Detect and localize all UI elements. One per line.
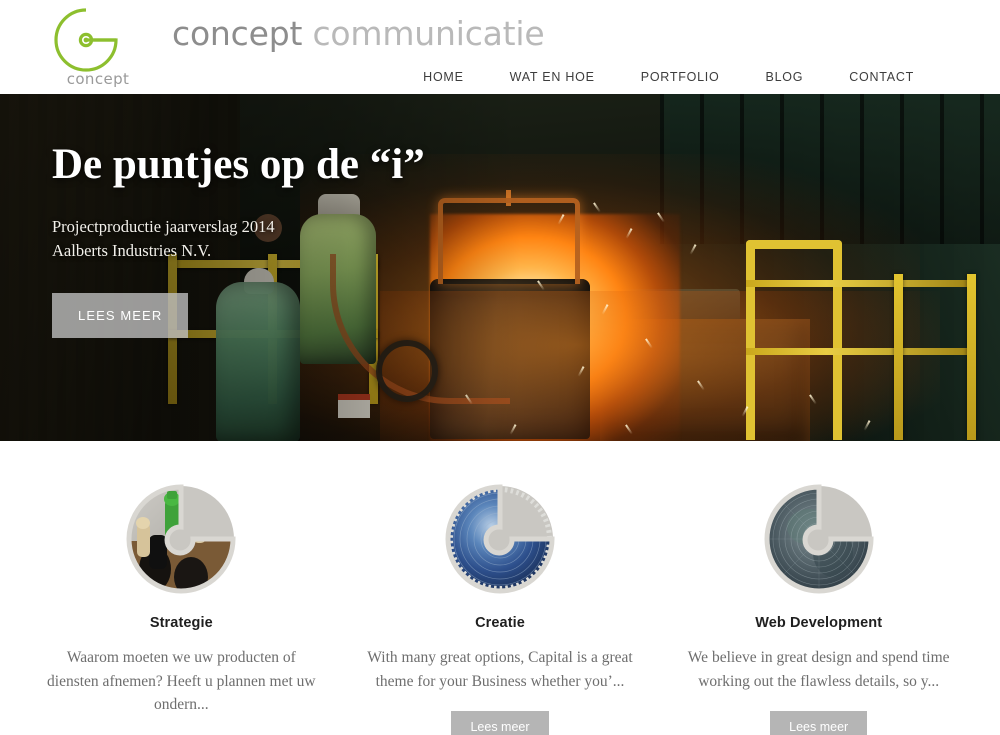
feature-card-web-development: Web Development We believe in great desi… [659, 441, 978, 735]
nav-item-contact[interactable]: CONTACT [849, 70, 914, 84]
feature-card-title: Web Development [755, 615, 883, 631]
page-title: concept communicatie [172, 14, 545, 53]
feature-card-creatie: Creatie With many great options, Capital… [341, 441, 660, 735]
hero-subtitle: Projectproductie jaarverslag 2014 Aalber… [52, 215, 482, 263]
nav-item-blog[interactable]: BLOG [766, 70, 804, 84]
hero-title: De puntjes op de “i” [52, 141, 425, 188]
brand-title-light: communicatie [312, 14, 545, 53]
blue-saw-blade-disc-icon[interactable] [444, 483, 556, 595]
nav-item-home[interactable]: HOME [423, 70, 464, 84]
feature-card-read-more-button[interactable]: Lees meer [770, 711, 868, 735]
feature-card-strategie: Strategie Waarom moeten we uw producten … [22, 441, 341, 735]
feature-card-read-more-button[interactable]: Lees meer [451, 711, 549, 735]
hero-content: De puntjes op de “i” Projectproductie ja… [52, 141, 482, 339]
site-header: concept concept communicatie HOME WAT EN… [0, 0, 1000, 94]
feature-card-title: Strategie [149, 615, 213, 631]
hero-subtitle-line2: Aalberts Industries N.V. [52, 241, 212, 261]
dark-spiral-disc-icon[interactable] [763, 483, 875, 595]
feature-card-text: Waarom moeten we uw producten of dienste… [47, 649, 316, 714]
feature-card-title: Creatie [475, 615, 525, 631]
feature-cards-section: Strategie Waarom moeten we uw producten … [0, 441, 1000, 735]
main-navigation: HOME WAT EN HOE PORTFOLIO BLOG CONTACT [423, 70, 1000, 84]
feature-card-text: With many great options, Capital is a gr… [367, 649, 633, 690]
logo-caption: concept [66, 70, 130, 88]
concept-circle-logo-icon[interactable]: concept [48, 4, 129, 92]
hero-banner: De puntjes op de “i” Projectproductie ja… [0, 94, 1000, 441]
feature-card-text: We believe in great design and spend tim… [687, 649, 950, 690]
hero-read-more-button[interactable]: LEES MEER [52, 293, 189, 339]
brand-title-strong: concept [172, 14, 303, 53]
hero-subtitle-line1: Projectproductie jaarverslag 2014 [52, 217, 275, 237]
nav-item-wat-en-hoe[interactable]: WAT EN HOE [510, 70, 595, 84]
chess-pieces-disc-icon[interactable] [125, 483, 237, 595]
nav-item-portfolio[interactable]: PORTFOLIO [641, 70, 720, 84]
brand-title-light-space [302, 14, 312, 53]
